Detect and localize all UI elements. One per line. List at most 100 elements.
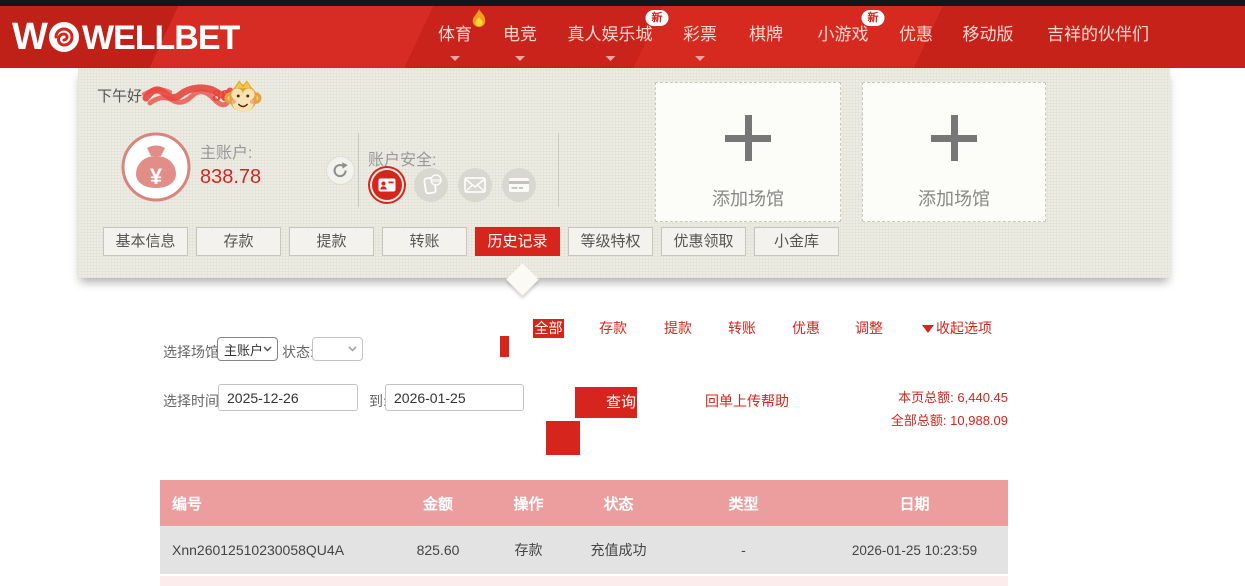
history-table: 编号 金额 操作 状态 类型 日期 Xnn26012510230058QU4A … <box>160 480 1008 586</box>
grand-total-line: 全部总额: 10,988.09 <box>800 409 1008 432</box>
account-security-label: 账户安全: <box>368 146 436 170</box>
page-total-line: 本页总额: 6,440.45 <box>800 386 1008 409</box>
totals-block: 本页总额: 6,440.45 全部总额: 10,988.09 <box>800 386 1008 432</box>
tab-deposit[interactable]: 存款 <box>196 227 281 256</box>
nav-item-board-games[interactable]: 棋牌 <box>749 6 783 68</box>
date-from-input[interactable] <box>218 384 358 411</box>
column-header-status: 状态 <box>571 480 666 526</box>
collapse-options-button[interactable]: 收起选项 <box>922 318 992 338</box>
filter-tab-transfer[interactable]: 转账 <box>728 318 756 338</box>
nav-item-mini-games[interactable]: 小游戏 新 <box>818 6 869 68</box>
cell-type: - <box>666 526 821 574</box>
filter-tab-all[interactable]: 全部 <box>533 319 564 338</box>
phone-sms-icon: SMS <box>419 173 443 197</box>
new-badge: 新 <box>646 10 669 26</box>
column-header-type: 类型 <box>666 480 821 526</box>
tab-transfer[interactable]: 转账 <box>382 227 467 256</box>
tab-promo-claim[interactable]: 优惠领取 <box>661 227 746 256</box>
cell-operation: 存款 <box>486 526 571 574</box>
nav-item-mobile-version[interactable]: 移动版 <box>963 6 1014 68</box>
main-account-label: 主账户: <box>200 139 252 163</box>
add-venue-label: 添加场馆 <box>712 185 784 211</box>
nav-item-lottery[interactable]: 彩票 <box>683 6 717 68</box>
cell-status: 充值成功 <box>571 526 666 574</box>
page-total-value: 6,440.45 <box>957 390 1008 405</box>
envelope-icon <box>464 176 486 194</box>
chevron-down-icon <box>348 346 357 352</box>
nav-item-promotions[interactable]: 优惠 <box>899 6 933 68</box>
cell-date: 2026-01-25 10:23:59 <box>821 526 1008 574</box>
nav-item-label: 吉祥的伙伴们 <box>1047 25 1149 44</box>
receipt-upload-help-link[interactable]: 回单上传帮助 <box>705 391 789 411</box>
svg-text:W: W <box>12 17 48 57</box>
filter-tab-promo[interactable]: 优惠 <box>792 318 820 338</box>
nav-item-label: 移动版 <box>963 25 1014 44</box>
sms-verification-button[interactable]: SMS <box>414 168 448 202</box>
tab-basic-info[interactable]: 基本信息 <box>103 227 188 256</box>
money-bag-icon: ¥ <box>120 131 192 203</box>
venue-select-value: 主账户 <box>224 340 263 359</box>
column-header-id: 编号 <box>160 480 390 526</box>
id-verification-button[interactable] <box>372 170 402 200</box>
chevron-down-icon <box>450 56 460 61</box>
add-venue-button[interactable]: 添加场馆 <box>862 82 1046 222</box>
add-venue-label: 添加场馆 <box>918 185 990 211</box>
monkey-avatar-icon <box>224 78 262 116</box>
security-icons-row: SMS <box>370 168 536 202</box>
time-range-label: 选择时间: <box>163 391 223 411</box>
refresh-icon <box>332 162 349 179</box>
chevron-down-icon <box>515 56 525 61</box>
nav-item-sports[interactable]: 体育 <box>438 6 472 68</box>
filter-tab-deposit[interactable]: 存款 <box>599 318 627 338</box>
table-row-partial <box>160 576 1008 586</box>
greeting-text: 下午好 <box>97 85 142 106</box>
page-total-label: 本页总额: <box>898 390 954 405</box>
cell-transaction-id: Xnn26012510230058QU4A <box>160 526 390 574</box>
red-render-artifact <box>500 336 509 357</box>
search-button[interactable]: 查询 <box>575 387 637 418</box>
divider <box>558 133 559 207</box>
nav-item-label: 小游戏 <box>818 25 869 44</box>
date-to-input[interactable] <box>385 384 524 411</box>
venue-select-label: 选择场馆: <box>163 342 223 362</box>
nav-item-esports[interactable]: 电竞 <box>503 6 537 68</box>
new-badge: 新 <box>862 10 885 26</box>
add-venue-button[interactable]: 添加场馆 <box>655 82 841 222</box>
plus-icon <box>931 115 977 161</box>
fire-icon <box>470 7 488 31</box>
triangle-down-icon <box>922 325 934 333</box>
nav-item-label: 棋牌 <box>749 25 783 44</box>
tab-vip-privileges[interactable]: 等级特权 <box>568 227 653 256</box>
chevron-down-icon <box>695 56 705 61</box>
nav-item-label: 真人娱乐城 <box>568 25 653 44</box>
grand-total-value: 10,988.09 <box>950 413 1008 428</box>
tab-vault[interactable]: 小金库 <box>754 227 839 256</box>
table-row[interactable]: Xnn26012510230058QU4A 825.60 存款 充值成功 - 2… <box>160 526 1008 574</box>
divider <box>358 133 359 207</box>
status-select[interactable] <box>312 337 363 361</box>
nav-item-label: 电竞 <box>503 25 537 44</box>
main-navbar: W WELLBET 体育 电竞 真人娱乐城 新 彩票 棋牌 <box>0 6 1245 68</box>
tab-history[interactable]: 历史记录 <box>475 227 560 256</box>
nav-item-lucky-partners[interactable]: 吉祥的伙伴们 <box>1047 6 1149 68</box>
table-header-row: 编号 金额 操作 状态 类型 日期 <box>160 480 1008 526</box>
nav-item-live-casino[interactable]: 真人娱乐城 新 <box>568 6 653 68</box>
column-header-operation: 操作 <box>486 480 571 526</box>
wellbet-account-page: W WELLBET 体育 电竞 真人娱乐城 新 彩票 棋牌 <box>0 0 1245 586</box>
filter-tab-adjust[interactable]: 调整 <box>855 318 883 338</box>
id-card-icon <box>378 178 396 192</box>
cell-amount: 825.60 <box>390 526 486 574</box>
svg-text:WELLBET: WELLBET <box>82 19 241 57</box>
wellbet-logo-icon[interactable]: W WELLBET <box>12 17 247 57</box>
tab-withdraw[interactable]: 提款 <box>289 227 374 256</box>
chevron-down-icon <box>263 346 272 352</box>
email-verification-button[interactable] <box>458 168 492 202</box>
venue-select[interactable]: 主账户 <box>217 337 278 361</box>
svg-text:¥: ¥ <box>150 164 163 189</box>
filter-tab-withdraw[interactable]: 提款 <box>664 318 692 338</box>
grand-total-label: 全部总额: <box>891 413 947 428</box>
refresh-balance-button[interactable] <box>326 156 355 185</box>
redacted-username-scribble: 88 <box>140 76 236 110</box>
status-select-label: 状态: <box>282 342 314 362</box>
bank-card-button[interactable] <box>502 168 536 202</box>
